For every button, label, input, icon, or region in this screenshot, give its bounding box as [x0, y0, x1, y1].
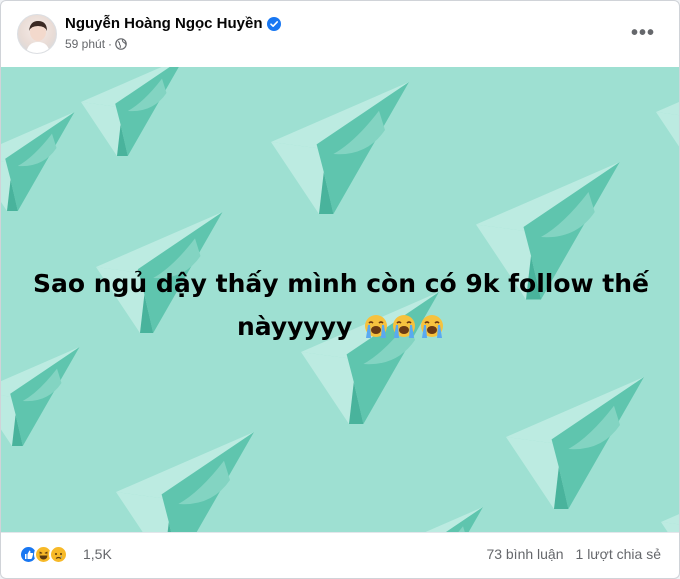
post-text-line1: Sao ngủ dậy thấy mình còn có 9k follow t…: [32, 269, 650, 298]
comment-count[interactable]: 73 bình luận: [486, 546, 563, 562]
post-time[interactable]: 59 phút: [65, 37, 105, 51]
globe-icon[interactable]: [115, 38, 127, 50]
author-avatar[interactable]: [17, 14, 57, 54]
author-name-row: Nguyễn Hoàng Ngọc Huyền: [65, 15, 281, 32]
reaction-count[interactable]: 1,5K: [83, 546, 112, 562]
sad-icon: [49, 545, 68, 564]
post-text-line2-wrap: nàyyyyy: [237, 312, 445, 341]
post-footer: 1,5K 73 bình luận 1 lượt chia sẻ: [1, 532, 679, 578]
share-count[interactable]: 1 lượt chia sẻ: [576, 546, 661, 562]
post-meta: 59 phút ·: [65, 37, 127, 51]
post-text: Sao ngủ dậy thấy mình còn có 9k follow t…: [1, 262, 679, 348]
verified-badge-icon: [266, 16, 281, 31]
crying-face-icon: [419, 310, 445, 338]
post-header: Nguyễn Hoàng Ngọc Huyền 59 phút · •••: [1, 1, 679, 67]
post-card: Nguyễn Hoàng Ngọc Huyền 59 phút · ••• Sa…: [0, 0, 680, 579]
post-stats: 73 bình luận 1 lượt chia sẻ: [486, 546, 661, 562]
crying-face-icon: [391, 310, 417, 338]
crying-face-icon: [363, 310, 389, 338]
reaction-icons[interactable]: [19, 545, 68, 564]
post-image[interactable]: Sao ngủ dậy thấy mình còn có 9k follow t…: [1, 67, 679, 532]
more-options-button[interactable]: •••: [625, 19, 661, 47]
post-text-line2: nàyyyyy: [236, 312, 353, 341]
meta-separator: ·: [108, 37, 113, 51]
author-name[interactable]: Nguyễn Hoàng Ngọc Huyền: [65, 15, 263, 32]
more-options-icon: •••: [630, 22, 655, 44]
